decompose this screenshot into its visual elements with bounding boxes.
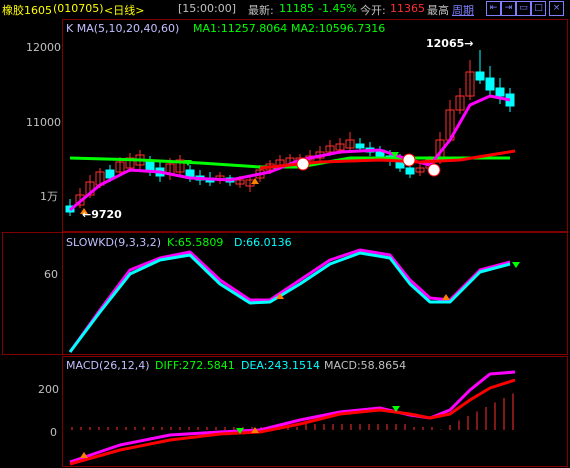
candle-body xyxy=(475,71,485,81)
candle-body xyxy=(495,87,505,97)
kd-lines xyxy=(68,248,511,353)
kline-ma1-value: MA1:11257.8064 xyxy=(193,22,288,35)
y-label-macd-200: 200 xyxy=(38,383,59,396)
macd-lines xyxy=(69,370,516,466)
kline-panel-frame xyxy=(62,19,568,232)
macd-macd-value: MACD:58.8654 xyxy=(324,359,407,372)
smiley-icon xyxy=(296,157,310,171)
kd-k-value: K:65.5809 xyxy=(167,236,224,249)
smiley-icon xyxy=(402,153,416,167)
candle-body xyxy=(145,161,155,171)
y-label-12000: 12000 xyxy=(26,41,61,54)
macd-title: MACD(26,12,4) xyxy=(66,359,150,372)
kd-panel-frame xyxy=(62,232,568,355)
sell-arrow-icon xyxy=(512,262,520,268)
kd-d-value: D:66.0136 xyxy=(234,236,292,249)
y-label-11000: 11000 xyxy=(26,116,61,129)
macd-diff-line xyxy=(69,370,516,464)
candle-body xyxy=(485,77,495,91)
y-label-macd-0: 0 xyxy=(50,426,57,439)
candlestick-series xyxy=(65,50,515,216)
kd-title: SLOWKD(9,3,3,2) xyxy=(66,236,162,249)
moving-average-lines xyxy=(69,94,516,212)
candle-body xyxy=(355,143,365,149)
high-price-marker: 12065→ xyxy=(426,37,474,50)
y-label-kd-60: 60 xyxy=(44,268,58,281)
buy-arrow-icon xyxy=(442,294,450,300)
kline-ma2-value: MA2:10596.7316 xyxy=(291,22,386,35)
y-label-10000: 1万 xyxy=(40,190,58,203)
smiley-icon xyxy=(427,163,441,177)
buy-arrow-icon xyxy=(251,178,259,184)
kline-title: K MA(5,10,20,40,60) xyxy=(66,22,180,35)
candle-body xyxy=(405,167,415,175)
chart-canvas[interactable]: 12000 11000 1万 60 200 0 12065→ ←9720 xyxy=(0,0,570,468)
candle-body xyxy=(105,169,115,179)
macd-dea-value: DEA:243.1514 xyxy=(241,359,320,372)
kd-axis-frame xyxy=(2,232,63,355)
macd-diff-value: DIFF:272.5841 xyxy=(155,359,235,372)
low-price-marker: ←9720 xyxy=(82,208,122,221)
